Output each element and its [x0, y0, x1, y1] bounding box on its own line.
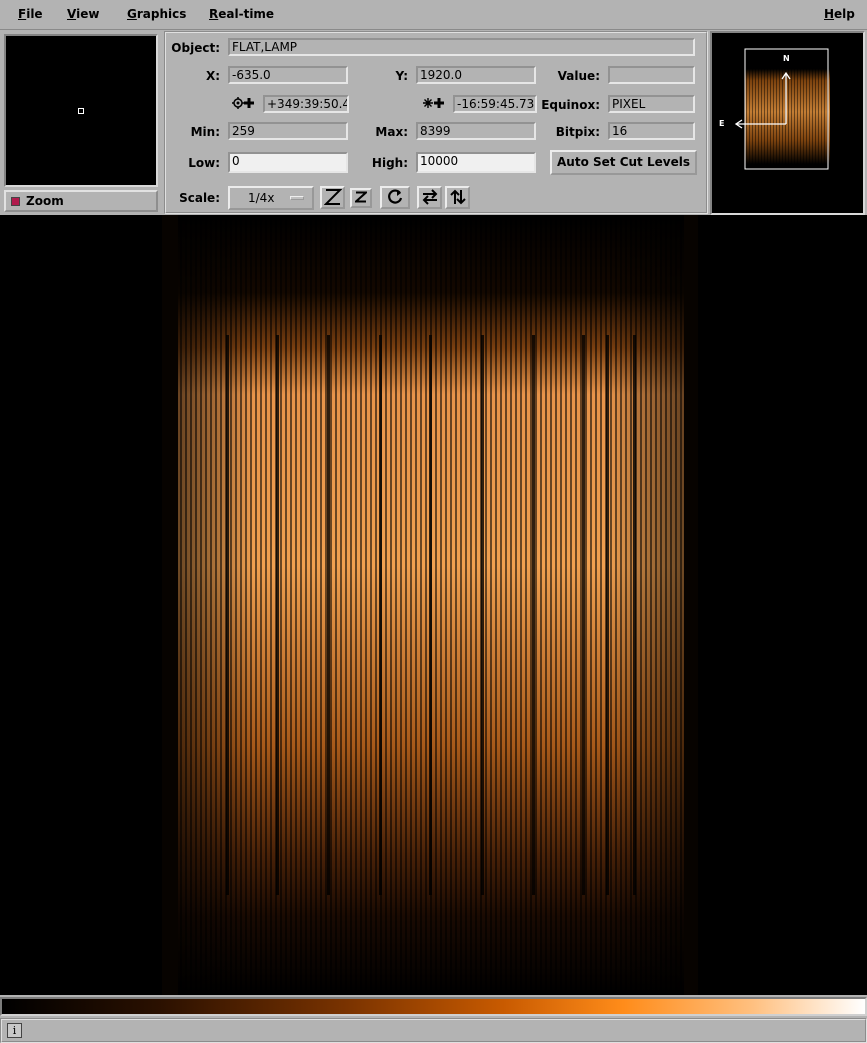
value-label: Value:	[557, 69, 600, 83]
info-icon[interactable]: i	[7, 1023, 22, 1038]
low-label: Low:	[188, 156, 220, 170]
pan-panel[interactable]: N E	[710, 31, 865, 215]
option-menu-indicator-icon	[290, 196, 304, 200]
menu-graphics[interactable]: Graphics	[127, 7, 186, 21]
bitpix-label: Bitpix:	[555, 125, 600, 139]
flip-y-button[interactable]	[445, 186, 470, 209]
main-image-canvas[interactable]	[0, 215, 867, 995]
value-field	[608, 66, 695, 84]
menu-realtime-label: eal-time	[218, 7, 275, 21]
colorbar[interactable]	[0, 997, 867, 1016]
min-label: Min:	[190, 125, 220, 139]
dec-field: -16:59:45.73	[453, 95, 537, 113]
max-label: Max:	[375, 125, 408, 139]
menu-view[interactable]: View	[67, 7, 99, 21]
zoom-out-button[interactable]	[320, 186, 345, 209]
info-panel: Object: FLAT,LAMP X: -635.0 Y: 1920.0 Va…	[164, 31, 708, 214]
object-field: FLAT,LAMP	[228, 38, 695, 56]
menu-help-mnemonic: H	[824, 7, 835, 21]
status-bar: i	[0, 1018, 867, 1043]
east-label: E	[719, 119, 725, 128]
bitpix-field: 16	[608, 122, 695, 140]
max-field: 8399	[416, 122, 536, 140]
y-field: 1920.0	[416, 66, 536, 84]
menu-graphics-mnemonic: G	[127, 7, 137, 21]
equinox-field: PIXEL	[608, 95, 695, 113]
min-field: 259	[228, 122, 348, 140]
zoom-out-icon	[323, 188, 342, 208]
scale-value: 1/4x	[248, 191, 275, 205]
x-field: -635.0	[228, 66, 348, 84]
y-label: Y:	[395, 69, 408, 83]
high-input[interactable]: 10000	[416, 152, 536, 173]
menu-view-mnemonic: V	[67, 7, 77, 21]
rotate-button[interactable]	[380, 186, 410, 209]
north-label: N	[783, 54, 790, 63]
low-input[interactable]: 0	[228, 152, 348, 173]
menu-file[interactable]: File	[18, 7, 43, 21]
menu-realtime[interactable]: Real-time	[209, 7, 274, 21]
scale-label: Scale:	[179, 191, 220, 205]
zoom-cursor-box	[78, 108, 84, 114]
menu-help-label: elp	[834, 7, 855, 21]
x-label: X:	[205, 69, 220, 83]
auto-set-cut-levels-button[interactable]: Auto Set Cut Levels	[550, 150, 697, 175]
ra-icon	[232, 95, 256, 111]
high-label: High:	[371, 156, 408, 170]
menubar: File View Graphics Real-time Help	[0, 0, 867, 30]
dec-icon	[422, 95, 446, 111]
menu-view-label: iew	[76, 7, 100, 21]
menu-file-label: ile	[26, 7, 43, 21]
scale-menu-button[interactable]: 1/4x	[228, 186, 314, 210]
flip-y-icon	[449, 188, 467, 208]
flip-x-button[interactable]	[417, 186, 442, 209]
object-label: Object:	[171, 41, 220, 55]
menu-realtime-mnemonic: R	[209, 7, 219, 21]
ra-field: +349:39:50.48	[263, 95, 349, 113]
zoom-in-icon	[353, 191, 369, 205]
zoom-in-button[interactable]	[350, 188, 372, 208]
spectrum-image	[162, 215, 698, 995]
zoom-checkbox-indicator[interactable]	[11, 197, 20, 206]
menu-help[interactable]: Help	[824, 7, 855, 21]
menu-file-mnemonic: F	[18, 7, 27, 21]
rotate-icon	[386, 188, 404, 208]
flip-x-icon	[421, 188, 439, 208]
zoom-label: Zoom	[26, 194, 64, 208]
zoom-toggle-button[interactable]: Zoom	[4, 190, 158, 212]
equinox-label: Equinox:	[541, 98, 600, 112]
menu-graphics-label: raphics	[136, 7, 187, 21]
